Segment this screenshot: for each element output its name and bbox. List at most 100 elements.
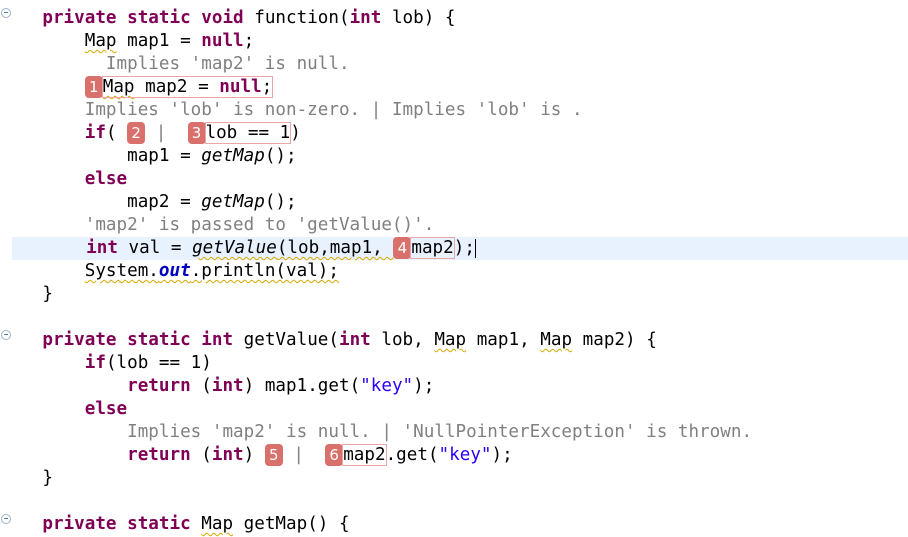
code-token: map1 = — [0, 146, 202, 166]
code-token: ; — [261, 77, 273, 97]
code-line[interactable]: Implies 'map2' is null. | 'NullPointerEx… — [0, 421, 908, 444]
highlighted-expression[interactable]: Map map2 = null; — [101, 76, 274, 98]
code-token: null — [201, 31, 244, 51]
code-token: val = — [117, 238, 193, 258]
step-marker-badge[interactable]: 6 — [325, 444, 344, 466]
code-token: Map — [102, 77, 135, 97]
code-line[interactable]: if(lob == 1) — [0, 352, 908, 375]
code-token: int — [86, 238, 118, 258]
code-token: Map — [201, 514, 234, 534]
code-line-current[interactable]: int val = getValue(lob,map1, 4 map2); — [12, 237, 908, 260]
code-line[interactable]: private static Map getMap() { — [0, 513, 908, 536]
code-line[interactable]: } — [0, 467, 908, 490]
code-token: function( — [243, 8, 350, 28]
code-token: ) map1.get( — [243, 376, 361, 396]
code-token: .println(val); — [190, 261, 339, 281]
code-token: ); — [491, 445, 513, 465]
code-token: else — [84, 399, 128, 419]
code-line[interactable] — [0, 306, 908, 329]
code-token: "key" — [360, 376, 414, 396]
code-line[interactable]: map2 = getMap(); — [0, 191, 908, 214]
code-token: ( — [190, 376, 212, 396]
code-token: Map — [540, 330, 573, 350]
code-token: private static int — [42, 330, 234, 350]
code-token: } — [0, 468, 53, 488]
code-editor[interactable]: private static void function(int lob) { … — [0, 0, 908, 537]
code-token: (); — [264, 146, 297, 166]
code-token: Map — [434, 330, 467, 350]
code-token: getMap — [201, 192, 265, 212]
code-token: getMap() { — [233, 514, 350, 534]
step-marker-badge[interactable]: 3 — [187, 122, 206, 144]
code-token: map1, — [466, 330, 541, 350]
code-token: ) — [243, 445, 265, 465]
code-line[interactable]: private static void function(int lob) { — [0, 7, 908, 30]
code-token: map2) { — [572, 330, 657, 350]
code-line[interactable]: System.out.println(val); — [0, 260, 908, 283]
code-line[interactable]: Implies 'lob' is non-zero. | Implies 'lo… — [0, 99, 908, 122]
code-token: return — [127, 445, 191, 465]
code-line[interactable]: private static int getValue(int lob, Map… — [0, 329, 908, 352]
highlighted-expression[interactable]: map2 — [342, 444, 387, 466]
code-token: private static void — [42, 8, 244, 28]
code-line[interactable]: else — [0, 168, 908, 191]
analysis-annotation: 'map2' is passed to 'getValue()'. — [0, 215, 435, 235]
text-cursor — [474, 238, 476, 258]
analysis-annotation: Implies 'map2' is null. | 'NullPointerEx… — [0, 422, 753, 442]
code-line[interactable]: Map map1 = null; — [0, 30, 908, 53]
step-marker-badge[interactable]: 2 — [127, 122, 146, 144]
code-token: ( — [190, 445, 212, 465]
code-line[interactable]: if( 2 | 3 lob == 1) — [0, 122, 908, 145]
code-token: } — [0, 284, 53, 304]
code-token: ) — [290, 123, 301, 143]
step-marker-badge[interactable]: 5 — [264, 444, 283, 466]
code-line[interactable]: return (int) 5 | 6 map2.get("key"); — [0, 444, 908, 467]
analysis-annotation: Implies 'lob' is non-zero. | Implies 'lo… — [0, 100, 583, 120]
code-token: int — [349, 8, 382, 28]
code-token: int — [338, 330, 371, 350]
code-token: if — [84, 123, 106, 143]
highlighted-expression[interactable]: lob == 1 — [204, 122, 292, 144]
analysis-annotation: | — [282, 445, 315, 465]
code-token: return — [127, 376, 191, 396]
code-token: if — [84, 353, 106, 373]
code-token: System. — [84, 261, 159, 281]
code-token: private static — [42, 514, 191, 534]
code-token: null — [219, 77, 262, 97]
code-line[interactable]: Implies 'map2' is null. — [0, 53, 908, 76]
code-token: int — [211, 376, 244, 396]
code-line[interactable]: return (int) map1.get("key"); — [0, 375, 908, 398]
code-token: ; — [243, 31, 255, 51]
code-line[interactable]: } — [0, 283, 908, 306]
code-token: "key" — [438, 445, 492, 465]
code-token: ); — [413, 376, 435, 396]
code-token: map2 = — [0, 192, 202, 212]
code-token: map1 = — [116, 31, 202, 51]
code-line[interactable] — [0, 490, 908, 513]
code-line[interactable]: map1 = getMap(); — [0, 145, 908, 168]
highlighted-expression[interactable]: map2 — [410, 237, 455, 259]
code-line[interactable]: else — [0, 398, 908, 421]
code-line[interactable]: 1 Map map2 = null; — [0, 76, 908, 99]
code-token: (lob == 1) — [105, 353, 212, 373]
code-token: .get( — [385, 445, 439, 465]
code-token: lob) { — [381, 8, 456, 28]
code-line[interactable]: 'map2' is passed to 'getValue()'. — [0, 214, 908, 237]
code-token: Map — [84, 31, 117, 51]
step-marker-badge[interactable]: 4 — [393, 237, 412, 259]
step-marker-badge[interactable]: 1 — [84, 76, 103, 98]
code-token: int — [211, 445, 244, 465]
